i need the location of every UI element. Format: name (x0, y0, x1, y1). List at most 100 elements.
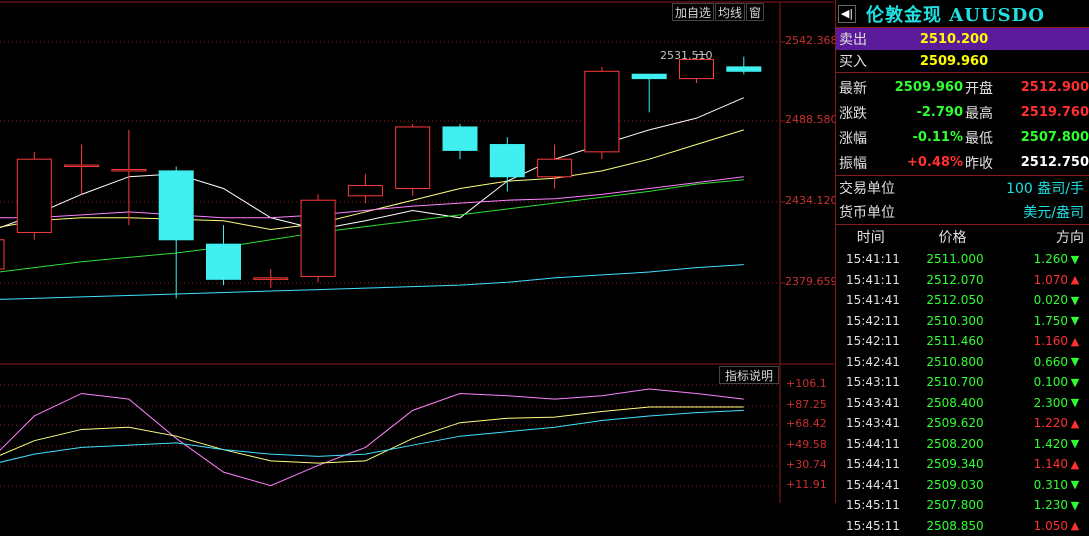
candle-body (301, 200, 335, 276)
tick-time: 15:45:11 (836, 498, 910, 512)
kline-chart[interactable] (0, 0, 834, 503)
moving-average-line (0, 98, 744, 233)
candle-body (443, 127, 477, 150)
stat-row: 涨幅-0.11%最低2507.800 (836, 125, 1089, 150)
tick-price: 2510.800 (910, 355, 1000, 369)
candle-body (207, 244, 241, 279)
tick-row[interactable]: 15:42:112510.3001.750▼ (836, 311, 1089, 332)
ma-line-button[interactable]: 均线 (715, 3, 745, 21)
candle-body (159, 171, 193, 240)
quote-panel: ◀| 伦敦金现 AUUSDO 卖出 2510.200 买入 2509.960 最… (835, 0, 1089, 503)
tick-table-header: 时间 价格 方向 (836, 225, 1089, 249)
candle-body (632, 74, 666, 78)
tick-time: 15:41:11 (836, 273, 910, 287)
tick-volume: 0.660 (1000, 355, 1068, 369)
tick-volume: 0.020 (1000, 293, 1068, 307)
tick-time: 15:42:11 (836, 314, 910, 328)
buy-label: 买入 (836, 51, 879, 71)
indicator-axis-label: +106.1 (786, 377, 827, 390)
tick-row[interactable]: 15:41:412512.0500.020▼ (836, 290, 1089, 311)
arrow-up-icon: ▲ (1068, 417, 1082, 430)
currency-unit-label: 货币单位 (839, 202, 895, 222)
stats-grid: 最新2509.960开盘2512.900涨跌-2.790最高2519.760涨幅… (836, 73, 1089, 175)
tick-row[interactable]: 15:42:412510.8000.660▼ (836, 352, 1089, 373)
tick-time: 15:41:41 (836, 293, 910, 307)
stat-value: +0.48% (875, 155, 963, 170)
tick-row[interactable]: 15:44:412509.0300.310▼ (836, 475, 1089, 496)
tick-row[interactable]: 15:45:112508.8501.050▲ (836, 516, 1089, 536)
tick-row[interactable]: 15:43:412509.6201.220▲ (836, 413, 1089, 434)
tick-volume: 1.230 (1000, 498, 1068, 512)
stat-value: -2.790 (875, 105, 963, 120)
stat-value: 2519.760 (1001, 105, 1089, 120)
peak-price-label: 2531.510 (660, 49, 713, 62)
stat-label: 最低 (963, 128, 1001, 148)
stat-label: 振幅 (836, 153, 875, 173)
sell-label: 卖出 (836, 29, 879, 49)
panel-header: ◀| 伦敦金现 AUUSDO (836, 0, 1089, 28)
tick-row[interactable]: 15:44:112508.2001.420▼ (836, 434, 1089, 455)
tick-price: 2512.050 (910, 293, 1000, 307)
arrow-up-icon: ▲ (1068, 335, 1082, 348)
tick-row[interactable]: 15:44:112509.3401.140▲ (836, 454, 1089, 475)
col-time: 时间 (836, 227, 905, 247)
stat-row: 涨跌-2.790最高2519.760 (836, 100, 1089, 125)
candle-body (585, 71, 619, 152)
tick-time: 15:44:11 (836, 437, 910, 451)
stat-label: 昨收 (963, 153, 1001, 173)
indicator-axis-label: +11.91 (786, 478, 827, 491)
stat-label: 涨幅 (836, 128, 875, 148)
tick-row[interactable]: 15:43:112510.7000.100▼ (836, 372, 1089, 393)
tick-row[interactable]: 15:41:112511.0001.260▼ (836, 249, 1089, 270)
collapse-panel-icon[interactable]: ◀| (838, 5, 856, 23)
tick-time: 15:43:11 (836, 375, 910, 389)
add-watchlist-button[interactable]: 加自选 (672, 3, 714, 21)
arrow-down-icon: ▼ (1068, 499, 1082, 512)
candle-body (680, 60, 714, 79)
tick-price: 2511.000 (910, 252, 1000, 266)
currency-unit-row: 货币单位 美元/盎司 (836, 200, 1089, 224)
tick-row[interactable]: 15:42:112511.4601.160▲ (836, 331, 1089, 352)
trade-unit-value: 100 盎司/手 (1006, 178, 1084, 198)
candle-body (17, 159, 51, 232)
candle-body (490, 145, 524, 177)
candle-body (538, 159, 572, 177)
buy-row[interactable]: 买入 2509.960 (836, 50, 1089, 72)
indicator-line (0, 389, 744, 486)
candle-body (0, 240, 4, 269)
tick-price: 2511.460 (910, 334, 1000, 348)
tick-time: 15:45:11 (836, 519, 910, 533)
stat-value: 2507.800 (1001, 130, 1089, 145)
indicator-line (0, 407, 744, 463)
window-button[interactable]: 窗 (746, 3, 764, 21)
sell-row[interactable]: 卖出 2510.200 (836, 28, 1089, 50)
tick-volume: 1.260 (1000, 252, 1068, 266)
tick-list[interactable]: 15:41:112511.0001.260▼15:41:112512.0701.… (836, 249, 1089, 536)
price-axis-label: 2379.659 (785, 275, 838, 288)
indicator-axis-label: +49.58 (786, 438, 827, 451)
tick-volume: 1.050 (1000, 519, 1068, 533)
stat-value: 2509.960 (875, 80, 963, 95)
tick-price: 2509.340 (910, 457, 1000, 471)
col-direction: 方向 (1000, 227, 1089, 247)
tick-volume: 0.100 (1000, 375, 1068, 389)
tick-row[interactable]: 15:41:112512.0701.070▲ (836, 270, 1089, 291)
tick-price: 2509.620 (910, 416, 1000, 430)
indicator-help-button[interactable]: 指标说明 (719, 366, 779, 384)
arrow-down-icon: ▼ (1068, 355, 1082, 368)
tick-row[interactable]: 15:45:112507.8001.230▼ (836, 495, 1089, 516)
arrow-down-icon: ▼ (1068, 253, 1082, 266)
arrow-up-icon: ▲ (1068, 458, 1082, 471)
tick-time: 15:41:11 (836, 252, 910, 266)
candle-body (112, 169, 146, 171)
candle-body (254, 278, 288, 280)
chart-area[interactable]: 加自选 均线 窗 指标说明 2542.3682488.5802434.12023… (0, 0, 834, 503)
arrow-down-icon: ▼ (1068, 376, 1082, 389)
tick-volume: 0.310 (1000, 478, 1068, 492)
indicator-axis-label: +87.25 (786, 398, 827, 411)
tick-time: 15:44:11 (836, 457, 910, 471)
tick-row[interactable]: 15:43:412508.4002.300▼ (836, 393, 1089, 414)
trade-unit-row: 交易单位 100 盎司/手 (836, 176, 1089, 200)
moving-average-line (0, 265, 744, 300)
indicator-line (0, 410, 744, 465)
